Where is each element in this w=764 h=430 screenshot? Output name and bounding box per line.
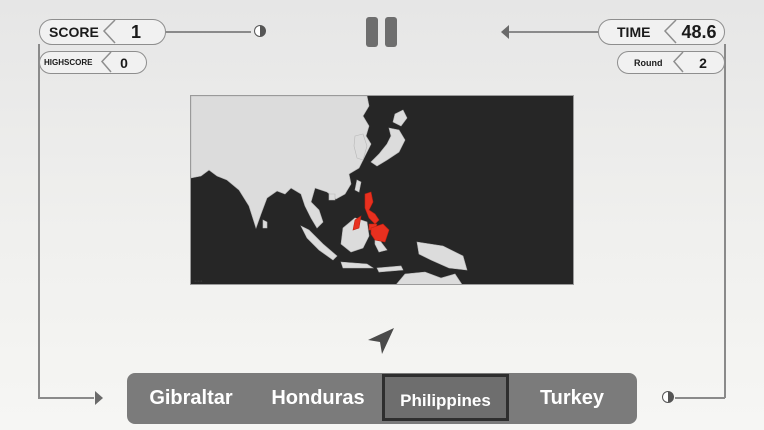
round-display: Round 2: [617, 51, 725, 74]
round-label: Round: [634, 58, 663, 68]
landmass: [191, 96, 468, 284]
map-attribution-mark: ◦◦◦: [194, 279, 203, 285]
score-display: SCORE 1: [39, 19, 166, 45]
arrow-right-icon: [95, 391, 103, 405]
map-canvas: ◦◦◦: [191, 96, 468, 285]
frame-line-bottom-right: [675, 397, 725, 399]
answer-options-bar: Gibraltar Honduras Philippines Turkey: [127, 373, 637, 424]
highscore-label: HIGHSCORE: [44, 58, 93, 67]
pause-button[interactable]: [366, 17, 397, 47]
frame-line-bottom-left: [38, 397, 94, 399]
score-label: SCORE: [49, 24, 99, 40]
frame-line-top-right: [509, 31, 599, 33]
highscore-value: 0: [120, 55, 128, 71]
time-label: TIME: [617, 24, 651, 40]
time-display: TIME 48.6: [598, 19, 725, 45]
frame-line-right: [724, 44, 726, 398]
arrow-left-icon: [501, 25, 509, 39]
map-view: ◦◦◦: [190, 95, 574, 285]
score-value: 1: [130, 22, 141, 42]
option-button-gibraltar[interactable]: Gibraltar: [131, 373, 251, 424]
pause-bar-right: [385, 17, 397, 47]
time-value: 48.6: [681, 22, 717, 42]
half-circle-icon: [662, 391, 674, 403]
divider-chevron-icon: [102, 19, 116, 44]
round-value: 2: [699, 55, 707, 71]
option-button-honduras[interactable]: Honduras: [255, 373, 381, 424]
option-button-turkey[interactable]: Turkey: [511, 373, 633, 424]
navigation-arrow-icon: [368, 328, 394, 354]
pause-bar-left: [366, 17, 378, 47]
half-circle-icon: [254, 25, 266, 37]
frame-line-top-left: [165, 31, 251, 33]
frame-line-left: [38, 44, 40, 398]
option-button-philippines[interactable]: Philippines: [382, 374, 509, 421]
highscore-display: HIGHSCORE 0: [39, 51, 147, 74]
divider-chevron-icon: [672, 51, 684, 73]
